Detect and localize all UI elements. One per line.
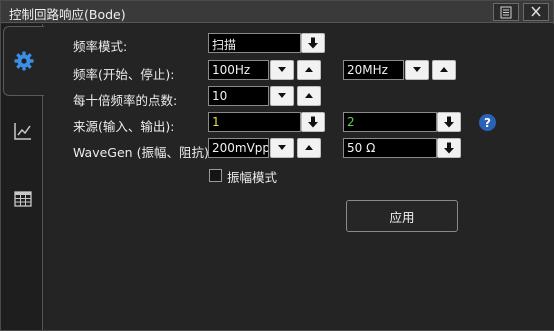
tab-chart[interactable] [3,96,43,166]
start-frequency-increment-button[interactable] [297,60,321,80]
chevron-down-icon [278,67,286,72]
amplitude-increment-button[interactable] [297,138,321,158]
source-output-dropdown-button[interactable] [437,112,461,132]
points-increment-button[interactable] [297,86,321,106]
source-input-dropdown-button[interactable] [301,112,325,132]
stop-frequency-decrement-button[interactable] [405,60,429,80]
table-icon [14,191,32,207]
stop-frequency-field[interactable]: 20MHz [343,60,404,80]
chevron-down-icon [278,93,286,98]
chevron-up-icon [440,67,448,72]
source-label: 来源(输入、输出): [73,119,175,134]
close-icon [531,6,541,17]
amplitude-profile-checkbox[interactable] [209,169,222,182]
start-frequency-decrement-button[interactable] [270,60,294,80]
points-per-decade-label: 每十倍频率的点数: [73,93,178,108]
menu-button[interactable] [493,3,519,21]
source-input-select[interactable]: 1 [208,112,301,132]
chevron-down-icon [413,67,421,72]
wavegen-amplitude-field[interactable]: 200mVpp [208,138,269,158]
close-button[interactable] [523,3,549,21]
dropdown-arrow-icon [444,142,454,154]
amplitude-decrement-button[interactable] [270,138,294,158]
points-decrement-button[interactable] [270,86,294,106]
chevron-up-icon [305,67,313,72]
title-bar: 控制回路响应(Bode) [1,1,553,23]
wavegen-label: WaveGen (振幅、阻抗): [73,145,214,160]
frequency-mode-dropdown-button[interactable] [301,33,325,53]
stop-frequency-increment-button[interactable] [432,60,456,80]
chevron-down-icon [278,145,286,150]
dropdown-arrow-icon [308,116,318,128]
tab-table[interactable] [3,164,43,234]
amplitude-profile-label: 振幅模式 [227,170,278,185]
tab-settings[interactable] [3,26,44,96]
frequency-mode-select[interactable]: 扫描 [208,33,301,53]
help-button[interactable]: ? [479,114,496,131]
chevron-up-icon [305,145,313,150]
start-frequency-field[interactable]: 100Hz [208,60,269,80]
chevron-up-icon [305,93,313,98]
bode-dialog: 控制回路响应(Bode) 频率模式: 扫描 频率(开始、停止): 100Hz 2… [0,0,554,331]
apply-button[interactable]: 应用 [346,200,458,232]
window-title: 控制回路响应(Bode) [9,7,126,22]
points-per-decade-field[interactable]: 10 [208,86,269,106]
line-chart-icon [14,123,31,140]
dropdown-arrow-icon [308,37,318,49]
frequency-mode-label: 频率模式: [73,39,128,54]
gear-icon [14,51,34,71]
dropdown-arrow-icon [444,116,454,128]
source-output-select[interactable]: 2 [343,112,437,132]
frequency-range-label: 频率(开始、停止): [73,67,175,82]
wavegen-impedance-select[interactable]: 50 Ω [343,138,437,158]
menu-icon [500,6,512,19]
sidebar [1,24,44,330]
impedance-dropdown-button[interactable] [437,138,461,158]
